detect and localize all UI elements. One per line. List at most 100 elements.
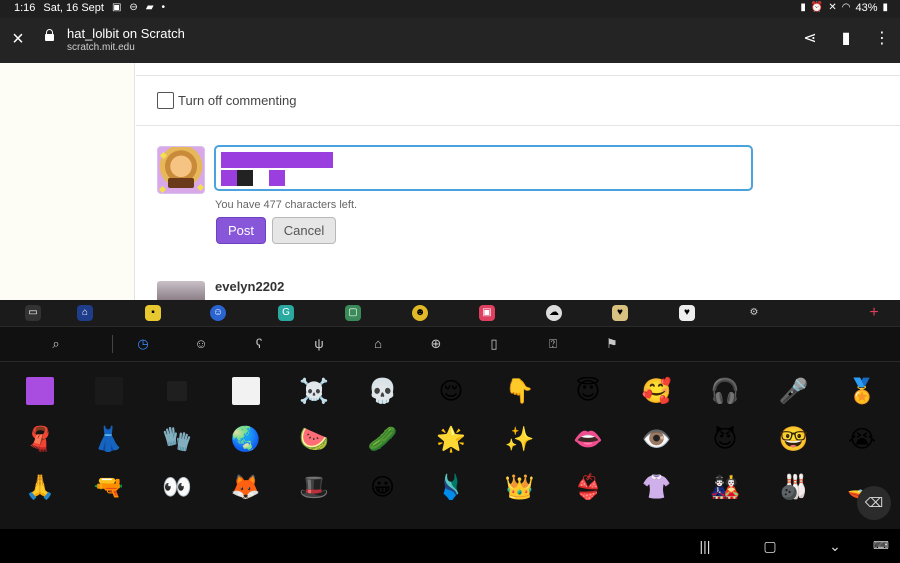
emoji-key[interactable]: 👇 xyxy=(503,374,537,408)
home-app-icon[interactable]: ⌂ xyxy=(77,305,93,321)
recent-icon[interactable]: ◷ xyxy=(135,336,151,352)
emoji-key[interactable]: 🤓 xyxy=(777,422,811,456)
search-icon[interactable]: ⌕ xyxy=(48,336,64,352)
sticker-face-icon[interactable]: ▣ xyxy=(479,305,495,321)
emoji-key[interactable]: 🎳 xyxy=(777,470,811,504)
comment-input[interactable] xyxy=(214,145,753,191)
bunny-icon[interactable]: ♥ xyxy=(612,305,628,321)
emoji-key[interactable]: 😀 xyxy=(366,470,400,504)
emoji-face-icon[interactable]: ☻ xyxy=(412,305,428,321)
divider xyxy=(136,75,900,76)
clock: 1:16 xyxy=(14,2,36,14)
emoji-key[interactable]: 🥒 xyxy=(366,422,400,456)
emoji-key[interactable]: 👗 xyxy=(92,422,126,456)
emoji-key[interactable] xyxy=(23,374,57,408)
more-dot-icon: • xyxy=(161,2,166,13)
clipboard-icon[interactable]: ▢ xyxy=(345,305,361,321)
lock-icon: ▮ xyxy=(800,2,806,13)
emoji-square xyxy=(237,170,253,186)
object-icon[interactable]: ▯ xyxy=(486,336,502,352)
emoji-key[interactable]: 😭 xyxy=(845,422,879,456)
menu-icon[interactable]: ⋮ xyxy=(874,30,890,48)
emoji-key[interactable]: 🌟 xyxy=(434,422,468,456)
page-url: scratch.mit.edu xyxy=(67,42,135,53)
avatar[interactable] xyxy=(157,146,205,194)
gif-icon[interactable]: G xyxy=(278,305,294,321)
sticker-icon[interactable]: ▪ xyxy=(145,305,161,321)
emoji-key[interactable]: 😇 xyxy=(571,374,605,408)
web-content: Turn off commenting You have 477 charact… xyxy=(0,63,900,300)
emoji-key[interactable]: 👑 xyxy=(503,470,537,504)
smiley-icon[interactable]: ☺ xyxy=(193,336,209,352)
flag-icon[interactable]: ⚑ xyxy=(604,336,620,352)
emoji-key[interactable]: 🏅 xyxy=(845,374,879,408)
left-pane xyxy=(0,63,135,300)
cancel-button[interactable]: Cancel xyxy=(272,217,336,244)
emoji-key[interactable]: 🥰 xyxy=(640,374,674,408)
lock-icon[interactable] xyxy=(45,29,54,41)
symbol-icon[interactable]: ⍰ xyxy=(545,336,561,352)
comment-username[interactable]: evelyn2202 xyxy=(215,279,284,294)
bookmark-icon[interactable]: ▮ xyxy=(838,30,854,48)
emoji-key[interactable]: 😈 xyxy=(708,422,742,456)
emoji-square xyxy=(285,152,301,168)
emoji-key[interactable]: 👄 xyxy=(571,422,605,456)
emoji-key[interactable]: 👙 xyxy=(571,470,605,504)
share-icon[interactable]: ⋖ xyxy=(802,30,818,48)
emoji-key[interactable]: 👁️ xyxy=(640,422,674,456)
emoji-key[interactable]: 🔫 xyxy=(92,470,126,504)
emoji-square xyxy=(317,152,333,168)
back-chevron-icon[interactable]: ⌄ xyxy=(827,538,843,554)
food-icon[interactable]: ψ xyxy=(311,336,327,352)
emoji-key[interactable]: 🎧 xyxy=(708,374,742,408)
mute-icon: ✕ xyxy=(828,2,837,13)
emoji-key[interactable]: 💀 xyxy=(366,374,400,408)
emoji-key[interactable]: 🧣 xyxy=(23,422,57,456)
home-icon[interactable]: ⌂ xyxy=(370,336,386,352)
emoji-key[interactable]: 🎤 xyxy=(777,374,811,408)
battery-icon: ▮ xyxy=(882,2,888,13)
emoji-key[interactable]: 🧤 xyxy=(160,422,194,456)
emoji-key[interactable]: 🍉 xyxy=(297,422,331,456)
emoji-key[interactable]: 😌 xyxy=(434,374,468,408)
ball-icon[interactable]: ⊕ xyxy=(428,336,444,352)
emoji-key[interactable]: ☠️ xyxy=(297,374,331,408)
close-icon[interactable]: × xyxy=(9,29,27,49)
page-title: hat_lolbit on Scratch xyxy=(67,26,185,41)
avatar[interactable] xyxy=(157,281,205,300)
characters-left: You have 477 characters left. xyxy=(215,199,358,211)
emoji-key[interactable]: ✨ xyxy=(503,422,537,456)
animal-icon[interactable]: ʕ xyxy=(251,336,267,352)
turn-off-commenting-checkbox[interactable] xyxy=(157,92,174,109)
emoji-key[interactable]: 🎎 xyxy=(708,470,742,504)
emoji-key[interactable]: 👀 xyxy=(160,470,194,504)
emoji-key[interactable]: 🙏 xyxy=(23,470,57,504)
emoji-key[interactable]: 🦊 xyxy=(229,470,263,504)
emoji-square xyxy=(269,170,285,186)
gear-icon[interactable]: ⚙ xyxy=(746,305,762,321)
emoji-key[interactable]: 🩱 xyxy=(434,470,468,504)
emoji-square xyxy=(167,381,187,401)
comment-toggle[interactable]: Turn off commenting xyxy=(157,92,297,109)
post-button[interactable]: Post xyxy=(216,217,266,244)
keyboard-icon[interactable]: ▭ xyxy=(25,305,41,321)
emoji-key[interactable]: 🌏 xyxy=(229,422,263,456)
keyboard-switch-icon[interactable]: ⌨ xyxy=(873,538,889,554)
dnd-icon: ⊖ xyxy=(129,2,138,13)
emoji-key[interactable]: 🎩 xyxy=(297,470,331,504)
bitmoji-icon[interactable]: ☺ xyxy=(210,305,226,321)
alarm-icon: ⏰ xyxy=(810,2,824,13)
add-icon[interactable]: + xyxy=(866,305,882,321)
home-icon[interactable]: ▢ xyxy=(762,538,778,554)
backspace-icon[interactable]: ⌫ xyxy=(857,486,891,520)
emoji-key[interactable]: 👚 xyxy=(640,470,674,504)
comment-line xyxy=(221,170,746,186)
cloud-icon[interactable]: ☁ xyxy=(546,305,562,321)
emoji-key[interactable] xyxy=(92,374,126,408)
bunny-white-icon[interactable]: ♥ xyxy=(679,305,695,321)
emoji-square xyxy=(94,377,123,405)
keyboard-toolbar: ▭ ⌂ ▪ ☺ G ▢ ☻ ▣ ☁ ♥ ♥ ⚙ + xyxy=(0,300,900,326)
recents-icon[interactable]: ||| xyxy=(697,538,713,554)
emoji-key[interactable] xyxy=(229,374,263,408)
emoji-key[interactable] xyxy=(160,374,194,408)
